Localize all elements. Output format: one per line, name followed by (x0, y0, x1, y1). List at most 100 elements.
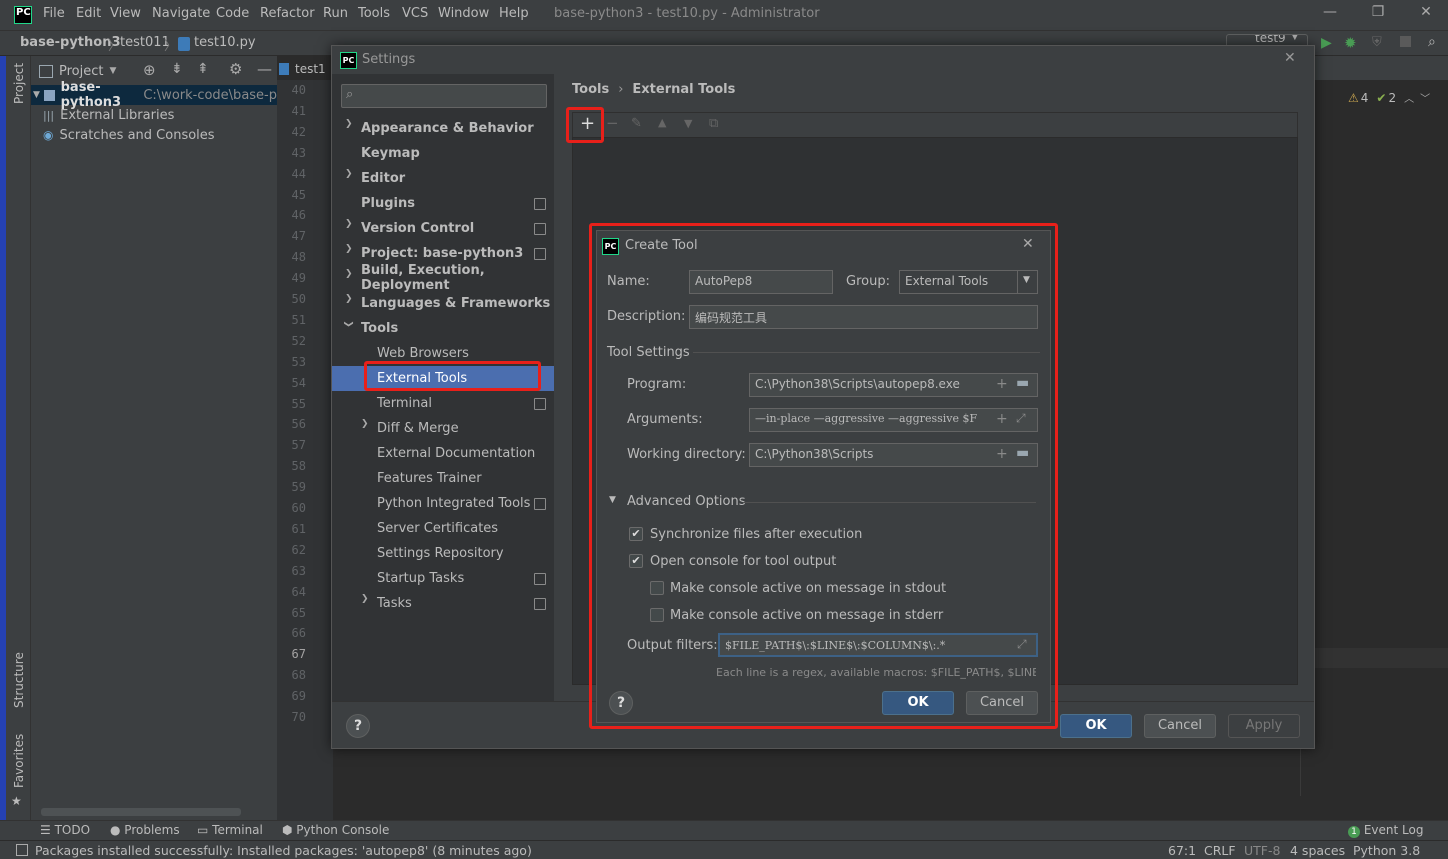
group-select[interactable]: External Tools ▼ (899, 270, 1038, 294)
chevron-right-icon[interactable]: ❯ (345, 294, 353, 304)
tree-item-external-libraries[interactable]: ||| External Libraries (31, 105, 277, 125)
restore-icon[interactable]: ❐ (1368, 4, 1388, 24)
breadcrumb-parent[interactable]: Tools (572, 82, 609, 97)
settings-nav-item[interactable]: Keymap (361, 142, 420, 164)
description-input[interactable]: 编码规范工具 (689, 305, 1038, 329)
settings-nav-item[interactable]: External Documentation (377, 442, 535, 464)
close-icon[interactable]: ✕ (1284, 50, 1296, 66)
settings-nav-item[interactable]: Plugins (361, 192, 415, 214)
chevron-right-icon[interactable]: ❯ (345, 269, 353, 279)
python-interpreter[interactable]: Python 3.8 (1353, 843, 1420, 858)
remove-icon[interactable]: − (606, 114, 619, 132)
sync-files-checkbox[interactable]: ✔ (629, 527, 643, 541)
project-tool-tab[interactable]: Project (12, 63, 26, 104)
working-directory-input[interactable]: C:\Python38\Scripts (749, 443, 1038, 467)
menu-run[interactable]: Run (323, 6, 348, 21)
insert-macro-icon[interactable]: + (996, 411, 1008, 427)
settings-nav-item[interactable]: Startup Tasks (377, 567, 464, 589)
collapse-all-icon[interactable]: ⇞ (197, 61, 209, 77)
settings-nav-item[interactable]: Languages & Frameworks (361, 292, 550, 314)
create-tool-cancel-button[interactable]: Cancel (966, 691, 1038, 715)
create-tool-ok-button[interactable]: OK (882, 691, 954, 715)
chevron-right-icon[interactable]: ❯ (361, 594, 369, 604)
stdout-label[interactable]: Make console active on message in stdout (670, 581, 946, 596)
problems-tab[interactable]: ● Problems (110, 823, 180, 837)
search-everywhere-icon[interactable]: ⌕ (1428, 34, 1436, 50)
output-filters-input[interactable]: $FILE_PATH$\:$LINE$\:$COLUMN$\:.* (718, 633, 1038, 657)
settings-nav-item[interactable]: Project: base-python3 (361, 242, 523, 264)
chevron-down-icon[interactable]: ❮ (344, 320, 354, 328)
debug-icon[interactable]: ✹ (1344, 34, 1357, 52)
terminal-tab[interactable]: ▭ Terminal (197, 823, 263, 837)
project-view-selector[interactable]: Project ▼ (39, 62, 116, 80)
breadcrumb-folder[interactable]: test011 (120, 35, 170, 50)
chevron-right-icon[interactable]: ❯ (345, 169, 353, 179)
python-console-tab[interactable]: ⬢ Python Console (282, 823, 389, 837)
locate-icon[interactable]: ⊕ (143, 61, 156, 79)
settings-nav-item[interactable]: Python Integrated Tools (377, 492, 530, 514)
menu-refactor[interactable]: Refactor (260, 6, 315, 21)
menu-window[interactable]: Window (438, 6, 489, 21)
chevron-right-icon[interactable]: ❯ (345, 119, 353, 129)
settings-apply-button[interactable]: Apply (1228, 714, 1300, 738)
arguments-input[interactable]: —in-place —aggressive —aggressive $F (749, 408, 1038, 432)
close-icon[interactable]: ✕ (1022, 236, 1034, 252)
move-up-icon[interactable]: ▲ (658, 116, 666, 129)
settings-nav-item[interactable]: Terminal (377, 392, 432, 414)
chevron-right-icon[interactable]: ❯ (345, 244, 353, 254)
run-icon[interactable]: ▶ (1321, 35, 1332, 51)
stderr-label[interactable]: Make console active on message in stderr (670, 608, 943, 623)
breadcrumb-file[interactable]: test10.py (194, 35, 256, 50)
tree-item-scratches[interactable]: ◉ Scratches and Consoles (31, 125, 277, 145)
settings-nav-item[interactable]: Editor (361, 167, 405, 189)
chevron-up-icon[interactable]: ︿ (1404, 90, 1414, 105)
name-input[interactable]: AutoPep8 (689, 270, 833, 294)
stop-icon[interactable] (1400, 36, 1411, 47)
menu-vcs[interactable]: VCS (402, 6, 428, 21)
help-button[interactable]: ? (346, 714, 370, 738)
insert-macro-icon[interactable]: + (996, 376, 1008, 392)
menu-file[interactable]: File (43, 6, 65, 21)
chevron-right-icon[interactable]: ❯ (345, 219, 353, 229)
todo-tab[interactable]: ☰ TODO (40, 823, 90, 837)
coverage-icon[interactable]: ⛨ (1372, 35, 1382, 50)
chevron-down-icon[interactable]: ▼ (609, 495, 616, 505)
caret-position[interactable]: 67:1 (1168, 843, 1196, 858)
gear-icon[interactable]: ⚙ (229, 60, 242, 78)
event-log-tab[interactable]: 1 Event Log (1348, 823, 1423, 838)
settings-nav-item[interactable]: Build, Execution, Deployment (361, 263, 554, 293)
insert-macro-icon[interactable]: + (996, 446, 1008, 462)
program-input[interactable]: C:\Python38\Scripts\autopep8.exe (749, 373, 1038, 397)
indent-setting[interactable]: 4 spaces (1290, 843, 1345, 858)
menu-navigate[interactable]: Navigate (152, 6, 210, 21)
settings-nav-item[interactable]: Settings Repository (377, 542, 504, 564)
menu-code[interactable]: Code (216, 6, 249, 21)
structure-tool-tab[interactable]: Structure (12, 652, 26, 708)
settings-nav-item[interactable]: Features Trainer (377, 467, 482, 489)
toggle-tool-windows-icon[interactable] (16, 844, 28, 856)
editor-tab[interactable]: test1 (279, 58, 326, 80)
open-console-label[interactable]: Open console for tool output (650, 554, 836, 569)
settings-ok-button[interactable]: OK (1060, 714, 1132, 738)
expand-icon[interactable]: ⤢ (1017, 637, 1027, 652)
tree-root-item[interactable]: ▼ base-python3 C:\work-code\base-p (31, 80, 277, 110)
help-button[interactable]: ? (609, 691, 633, 715)
settings-nav-item[interactable]: Diff & Merge (377, 417, 459, 439)
expand-icon[interactable]: ⤢ (1016, 411, 1026, 426)
browse-folder-icon[interactable]: ▬ (1016, 375, 1029, 391)
copy-icon[interactable]: ⧉ (709, 116, 718, 131)
move-down-icon[interactable]: ▼ (684, 117, 692, 130)
close-window-icon[interactable]: ✕ (1416, 4, 1436, 24)
minimize-icon[interactable]: — (1320, 4, 1340, 24)
settings-nav-item[interactable]: Version Control (361, 217, 474, 239)
stdout-checkbox[interactable] (650, 581, 664, 595)
settings-cancel-button[interactable]: Cancel (1144, 714, 1216, 738)
advanced-options-toggle[interactable]: Advanced Options (627, 494, 746, 509)
line-separator[interactable]: CRLF (1204, 843, 1236, 858)
expand-all-icon[interactable]: ⇟ (171, 61, 183, 77)
horizontal-scrollbar[interactable] (41, 808, 241, 816)
sync-files-label[interactable]: Synchronize files after execution (650, 527, 862, 542)
edit-icon[interactable]: ✎ (631, 116, 642, 131)
file-encoding[interactable]: UTF-8 (1244, 843, 1280, 858)
browse-folder-icon[interactable]: ▬ (1016, 445, 1029, 461)
